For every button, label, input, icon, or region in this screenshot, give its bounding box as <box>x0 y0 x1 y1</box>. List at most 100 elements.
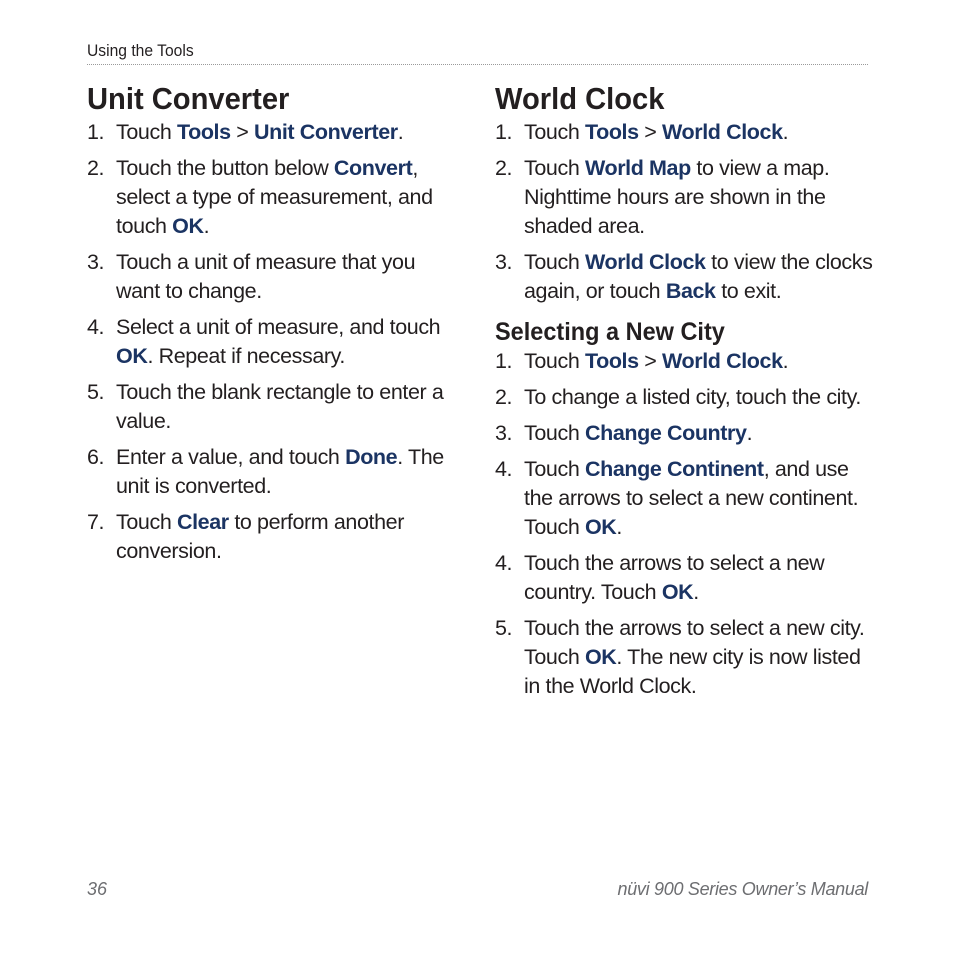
step-text-run: Touch the blank rectangle to enter a val… <box>116 380 444 433</box>
step-item: 3. Touch Change Country. <box>495 419 875 448</box>
step-text: Touch the button below Convert, select a… <box>116 156 433 238</box>
step-text-run: . Repeat if necessary. <box>147 344 345 368</box>
step-item: 3. Touch World Clock to view the clocks a… <box>495 248 875 306</box>
step-item: 2. Touch the button below Convert, select… <box>87 154 457 241</box>
step-item: 3. Touch a unit of measure that you want … <box>87 248 457 306</box>
step-number: 6. <box>87 445 105 469</box>
unit-converter-heading: Unit Converter <box>87 81 290 116</box>
step-text-run: > <box>638 349 662 373</box>
step-text: Touch the blank rectangle to enter a val… <box>116 380 444 433</box>
ui-term: World Clock <box>662 120 783 144</box>
ui-term: Convert <box>333 156 413 180</box>
step-text-run: . <box>397 120 404 144</box>
step-item: 4. Touch Change Continent, and use the ar… <box>495 455 875 542</box>
ui-term: Back <box>665 279 716 303</box>
step-text-run: Touch <box>524 457 585 481</box>
step-number: 5. <box>87 380 105 404</box>
selecting-new-city-steps: 1. Touch Tools > World Clock. 2. To change … <box>495 347 875 701</box>
step-text-run: Touch <box>524 120 585 144</box>
ui-term: Clear <box>176 510 229 534</box>
ui-term: Change Continent <box>584 457 764 481</box>
step-text-run: Select a unit of measure, and touch <box>116 315 441 339</box>
step-text: Touch Tools > World Clock. <box>524 349 789 373</box>
step-text-run: > <box>638 120 662 144</box>
step-text-run: . <box>616 515 622 539</box>
step-text-run: To change a listed city, touch the city. <box>524 385 861 409</box>
step-text-run: . <box>782 120 789 144</box>
running-head: Using the Tools <box>87 41 194 60</box>
step-text: Touch the arrows to select a new city. T… <box>524 616 865 698</box>
step-text-run: . <box>203 214 210 238</box>
step-number: 3. <box>495 421 513 445</box>
step-text: Touch Clear to perform another conversio… <box>116 510 404 563</box>
ui-term: OK <box>661 580 694 604</box>
step-item: 2. To change a listed city, touch the cit… <box>495 383 875 412</box>
step-text: Touch World Map to view a map. Nighttime… <box>524 156 830 238</box>
step-number: 5. <box>495 616 513 640</box>
selecting-new-city-heading: Selecting a New City <box>495 318 725 346</box>
step-text: Touch the arrows to select a new country… <box>524 551 825 604</box>
step-text: Touch a unit of measure that you want to… <box>116 250 416 303</box>
step-text: To change a listed city, touch the city. <box>524 385 861 409</box>
step-text: Select a unit of measure, and touch OK. … <box>116 315 441 368</box>
step-number: 2. <box>87 156 105 180</box>
step-item: 6. Enter a value, and touch Done. The uni… <box>87 443 457 501</box>
ui-term: Change Country <box>584 421 747 445</box>
step-item: 2. Touch World Map to view a map. Nightti… <box>495 154 875 241</box>
step-text: Touch World Clock to view the clocks aga… <box>524 250 873 303</box>
step-item: 1. Touch Tools > World Clock. <box>495 118 875 147</box>
unit-converter-section: Unit Converter 1. Touch Tools > Unit Conv… <box>87 80 457 573</box>
step-number: 3. <box>87 250 105 274</box>
step-text-run: Touch <box>116 510 177 534</box>
ui-term: OK <box>584 515 617 539</box>
step-item: 5. Touch the blank rectangle to enter a v… <box>87 378 457 436</box>
step-item: 4. Touch the arrows to select a new count… <box>495 549 875 607</box>
step-item: 1. Touch Tools > World Clock. <box>495 347 875 376</box>
step-item: 7. Touch Clear to perform another convers… <box>87 508 457 566</box>
step-text: Touch Change Continent, and use the arro… <box>524 457 859 539</box>
step-text-run: > <box>230 120 254 144</box>
manual-title: nüvi 900 Series Owner’s Manual <box>617 879 869 899</box>
step-number: 2. <box>495 385 513 409</box>
step-item: 1. Touch Tools > Unit Converter. <box>87 118 457 147</box>
step-number: 2. <box>495 156 513 180</box>
ui-term: OK <box>116 344 148 368</box>
step-text-run: Touch a unit of measure that you want to… <box>116 250 416 303</box>
header-dotted-rule <box>87 64 868 65</box>
step-text-run: Touch <box>524 250 585 274</box>
step-text: Touch Change Country. <box>524 421 753 445</box>
ui-term: World Clock <box>662 349 783 373</box>
step-text-run: . <box>782 349 789 373</box>
ui-term: Unit Converter <box>254 120 398 144</box>
world-clock-heading: World Clock <box>495 81 665 116</box>
world-clock-steps: 1. Touch Tools > World Clock. 2. Touch Worl… <box>495 118 875 306</box>
step-number: 1. <box>495 349 513 373</box>
step-text: Touch Tools > World Clock. <box>524 120 789 144</box>
page-number: 36 <box>87 879 108 899</box>
step-text-run: Touch <box>524 156 585 180</box>
step-item: 5. Touch the arrows to select a new city.… <box>495 614 875 701</box>
step-text-run: . <box>746 421 753 445</box>
step-text-run: Touch <box>524 349 585 373</box>
world-clock-section: World Clock 1. Touch Tools > World Clock.… <box>495 80 875 708</box>
step-text-run: to exit. <box>715 279 782 303</box>
ui-term: Tools <box>584 120 639 144</box>
step-text-run: Touch <box>116 120 177 144</box>
unit-converter-steps: 1. Touch Tools > Unit Converter. 2. Touch t… <box>87 118 457 566</box>
ui-term: World Map <box>584 156 691 180</box>
ui-term: World Clock <box>584 250 706 274</box>
step-text-run: Touch <box>524 421 585 445</box>
step-text: Touch Tools > Unit Converter. <box>116 120 404 144</box>
step-number: 4. <box>87 315 105 339</box>
ui-term: Tools <box>176 120 231 144</box>
ui-term: Done <box>345 445 398 469</box>
step-number: 7. <box>87 510 105 534</box>
ui-term: OK <box>584 645 617 669</box>
step-number: 1. <box>87 120 105 144</box>
step-text-run: . <box>693 580 699 604</box>
step-text-run: Touch the button below <box>116 156 334 180</box>
step-item: 4. Select a unit of measure, and touch OK… <box>87 313 457 371</box>
step-text-run: Enter a value, and touch <box>116 445 346 469</box>
step-number: 4. <box>495 551 513 575</box>
ui-term: Tools <box>584 349 639 373</box>
